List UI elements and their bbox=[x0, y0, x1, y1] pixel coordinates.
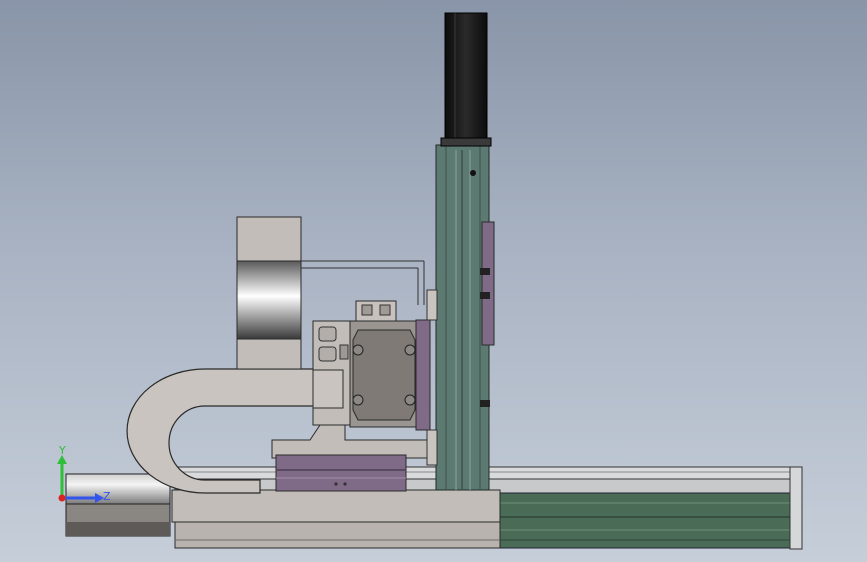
vertical-column bbox=[426, 144, 490, 491]
carriage-block bbox=[275, 454, 407, 492]
stepper-motor-square bbox=[349, 300, 431, 431]
left-tube bbox=[65, 473, 171, 537]
top-motor bbox=[440, 12, 492, 147]
cad-viewport[interactable]: Y Z bbox=[0, 0, 867, 562]
x-axis-origin bbox=[58, 494, 66, 502]
z-axis-label: Z bbox=[103, 490, 111, 503]
y-axis-label: Y bbox=[58, 444, 66, 457]
base-housing bbox=[171, 489, 501, 549]
cad-model: Y Z bbox=[57, 12, 803, 550]
